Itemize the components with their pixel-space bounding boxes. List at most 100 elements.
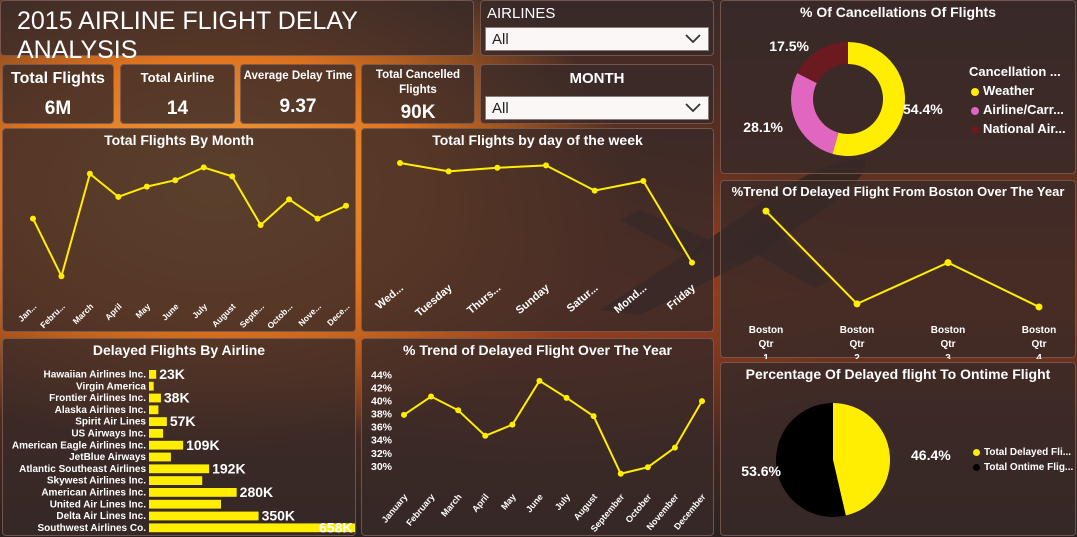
kpi-label: Total Cancelled Flights — [375, 69, 461, 96]
data-point — [397, 160, 403, 166]
cancellations-panel: % Of Cancellations Of Flights 54.4% 28.1%… — [720, 0, 1076, 174]
kpi-label: Total Flights — [11, 70, 105, 87]
x-tick-label: August — [572, 492, 600, 522]
flights-by-day-chart: Wed... Tuesday Thurs... Sunday Satur... Mond.… — [374, 160, 699, 320]
data-point — [229, 173, 236, 180]
legend-item-airline-carrier: Airline/Carr... — [971, 102, 1064, 117]
data-label: 350K — [262, 508, 295, 524]
x-tick-label: February — [404, 492, 436, 528]
x-tick-label: Tuesday — [413, 282, 455, 320]
x-tick-label: Boston Qtr 2 — [840, 325, 874, 359]
legend-label: National Air... — [983, 121, 1066, 136]
data-point — [343, 202, 349, 209]
x-tick-label: June — [160, 301, 181, 322]
series-line — [765, 210, 1040, 308]
x-tick-label: March — [439, 492, 464, 519]
flights-by-day-panel: Total Flights by day of the week Wed... T… — [361, 128, 714, 332]
x-tick-label: April — [470, 492, 491, 514]
data-point — [30, 215, 36, 222]
y-tick-label: Southwest Airlines Co. — [37, 523, 146, 534]
delay-trend-panel: % Trend of Delayed Flight Over The Year … — [361, 338, 714, 536]
y-tick-label: US Airways Inc. — [71, 429, 146, 440]
kpi-average-delay: Average Delay Time 9.37 — [240, 64, 356, 124]
y-tick-label: 34% — [371, 435, 393, 447]
data-point — [58, 273, 65, 280]
x-tick-label: Nove... — [296, 301, 323, 328]
x-tick-label: Boston Qtr 3 — [931, 325, 965, 359]
y-tick-label: 44% — [371, 369, 393, 381]
series-line — [403, 379, 703, 475]
data-point — [200, 164, 207, 171]
data-label: 53.6% — [741, 463, 781, 479]
bar — [149, 393, 161, 403]
x-tick-label: April — [103, 301, 124, 322]
x-tick-label: Friday — [665, 282, 699, 313]
kpi-value: 6M — [44, 98, 72, 119]
data-point — [86, 170, 93, 177]
y-tick-label: JetBlue Airways — [69, 452, 146, 463]
y-tick-label: Delta Air Lines Inc. — [56, 511, 146, 522]
kpi-total-flights: Total Flights 6M — [2, 64, 114, 124]
bar — [149, 429, 164, 438]
data-point — [172, 177, 179, 184]
x-tick-label: July — [190, 301, 209, 320]
y-tick-label: 38% — [371, 409, 393, 421]
x-tick-label: May — [133, 301, 152, 320]
legend-label: Weather — [983, 83, 1035, 98]
x-tick-label: Sunday — [514, 282, 553, 317]
airlines-dropdown[interactable]: All — [485, 27, 709, 51]
bar — [149, 499, 222, 509]
bar — [149, 511, 259, 521]
data-label: 17.5% — [769, 38, 809, 54]
data-label: 28.1% — [743, 119, 783, 135]
data-point — [482, 432, 489, 439]
data-point — [689, 259, 695, 266]
legend-item-delayed: Total Delayed Fli... — [973, 447, 1071, 458]
bar — [149, 405, 159, 415]
legend-dot — [971, 125, 979, 134]
delayed-vs-ontime-panel: Percentage Of Delayed flight To Ontime F… — [720, 362, 1076, 536]
data-label: 54.4% — [903, 101, 943, 117]
data-label: 280K — [240, 484, 273, 500]
data-point — [853, 300, 861, 308]
x-tick-label: Thurs... — [465, 282, 503, 317]
legend-dot — [971, 106, 979, 115]
data-point — [699, 398, 705, 405]
data-point — [644, 464, 651, 471]
y-tick-label: Spirit Air Lines — [75, 417, 146, 428]
kpi-value: 14 — [166, 98, 189, 119]
y-tick-label: 30% — [371, 461, 393, 473]
data-point — [944, 259, 952, 267]
x-tick-label: Febru... — [38, 301, 67, 330]
data-label: 109K — [186, 437, 219, 453]
data-label: 46.4% — [911, 447, 951, 463]
x-tick-label: Boston Qtr 1 — [749, 325, 783, 359]
month-dropdown[interactable]: All — [485, 96, 709, 120]
data-point — [455, 407, 462, 414]
airlines-filter: AIRLINES All — [480, 0, 714, 56]
x-tick-label: Mond... — [612, 282, 649, 316]
y-tick-label: 42% — [371, 382, 393, 394]
y-tick-label: 32% — [371, 448, 393, 460]
bar — [149, 452, 171, 462]
airlines-dropdown-value: All — [492, 31, 509, 48]
x-tick-label: August — [210, 301, 238, 329]
x-tick-label: Octob... — [265, 301, 294, 330]
data-label: 23K — [159, 366, 185, 382]
legend-dot — [973, 448, 980, 456]
data-point — [257, 222, 264, 228]
y-tick-label: Skywest Airlines Inc. — [47, 476, 146, 487]
data-point — [671, 444, 678, 451]
data-point — [590, 413, 597, 420]
kpi-label: Total Airline — [140, 70, 215, 85]
bar — [149, 370, 157, 379]
data-point — [494, 164, 501, 171]
data-point — [536, 377, 543, 384]
x-tick-label: May — [499, 492, 518, 512]
x-tick-label: Dece... — [325, 301, 351, 327]
month-filter-label: MONTH — [569, 70, 625, 87]
bar — [149, 476, 203, 485]
y-tick-label: 36% — [371, 422, 393, 434]
x-tick-label: Satur... — [565, 282, 601, 315]
series-line — [399, 162, 693, 264]
